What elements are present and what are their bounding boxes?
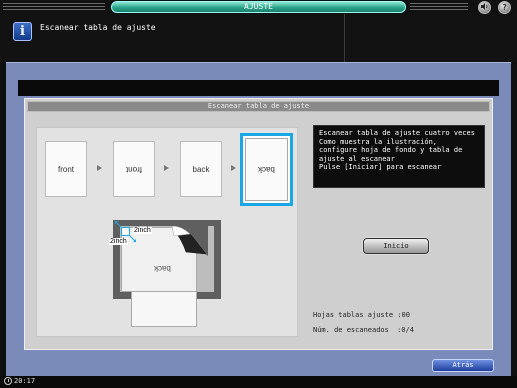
help-icon[interactable]: ? [498,1,511,14]
start-button[interactable]: Inicio [363,238,429,254]
scans-count-label: Núm. de escaneados [313,326,389,334]
panel-title: Escanear tabla de ajuste [27,101,490,112]
folded-corner-icon [172,226,208,256]
sheets-count-value: :00 [397,311,410,319]
background-sheet [131,289,197,327]
scans-count: Núm. de escaneados :0/4 [313,326,414,334]
sheet-label: front [125,164,142,174]
arrow-right-icon [97,165,102,171]
sheet-label: back [258,165,275,174]
screen: AJUSTE ? i Escanear tabla de ajuste Esca… [0,0,517,388]
sheet-back-rotated-current: back [240,133,293,206]
sheet-label: front [57,164,74,174]
arrow-right-icon [231,165,236,171]
sheet-back: back [180,141,222,197]
status-bar [0,376,517,388]
info-icon: i [13,22,32,41]
frame-header-strip [18,80,499,96]
measure-arrows-icon [115,221,136,242]
sheet-front-rotated: front [113,141,155,197]
sheet-label: back [192,164,210,174]
decorative-stripes-left [3,3,105,11]
instructions-text: Escanear tabla de ajuste cuatro veces Co… [313,125,485,188]
adjustment-sheet-label: back [154,264,171,273]
sheet-front: front [45,141,87,197]
screen-title: AJUSTE [111,1,406,13]
scans-count-value: :0/4 [397,326,414,334]
speaker-icon[interactable] [478,1,491,14]
clock-time: 20:17 [14,377,36,385]
message-text: Escanear tabla de ajuste [40,23,156,32]
back-button[interactable]: Atrás [432,359,494,372]
decorative-stripes-right [410,3,468,11]
clock-icon [4,377,12,385]
message-divider [344,14,345,62]
clock: 20:17 [4,377,35,385]
message-bar [0,14,517,62]
sheets-count: Hojas tablas ajuste :00 [313,311,410,319]
arrow-right-icon [164,165,169,171]
sheets-count-label: Hojas tablas ajuste [313,311,394,319]
